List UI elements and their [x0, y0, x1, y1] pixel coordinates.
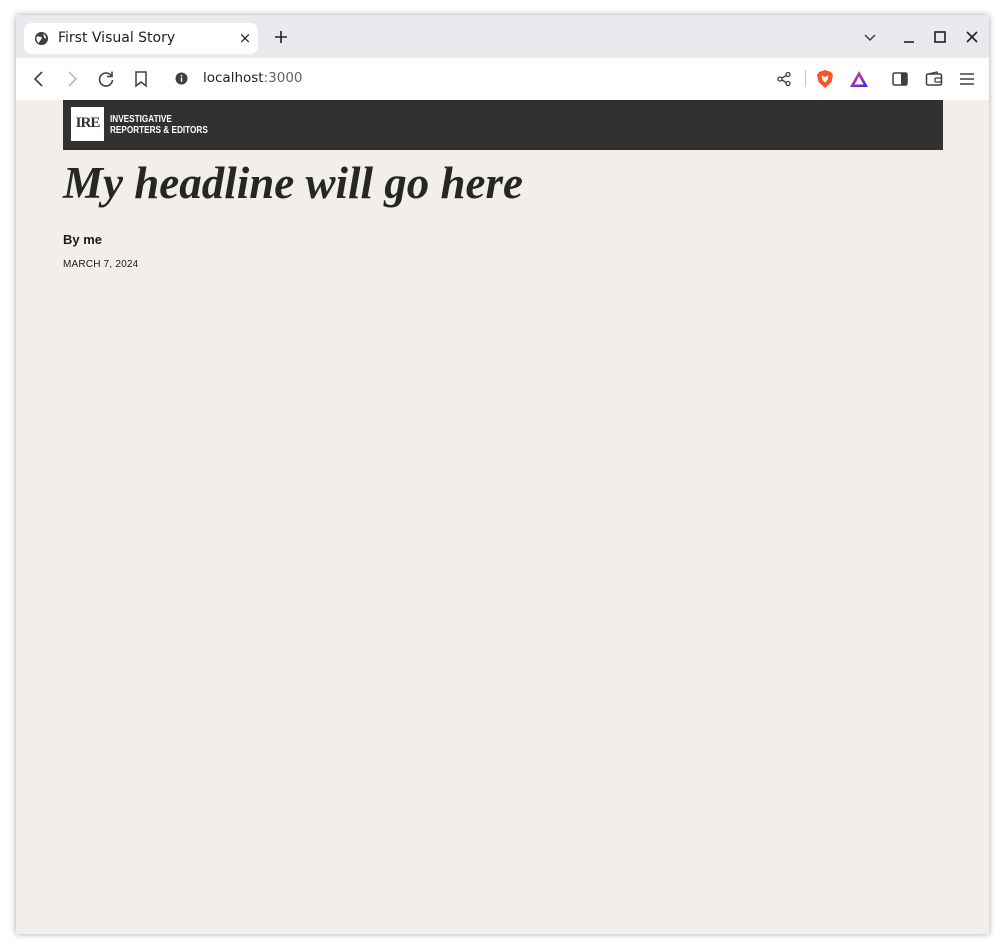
- share-icon[interactable]: [776, 71, 792, 87]
- minimize-icon[interactable]: [900, 28, 918, 46]
- address-bar-divider: [805, 70, 806, 87]
- ire-logo-text: IRE: [75, 115, 101, 131]
- masthead: IRE INVESTIGATIVE REPORTERS & EDITORS: [63, 100, 943, 150]
- publish-date: MARCH 7, 2024: [63, 259, 139, 270]
- globe-icon: [34, 31, 49, 46]
- url-host: localhost: [203, 70, 264, 86]
- wallet-icon[interactable]: [924, 69, 944, 89]
- brave-rewards-icon[interactable]: [849, 70, 869, 88]
- url-text[interactable]: localhost:3000: [203, 70, 303, 86]
- tab-title: First Visual Story: [58, 30, 176, 46]
- hamburger-menu-icon[interactable]: [957, 69, 977, 89]
- sidebar-icon[interactable]: [890, 69, 910, 89]
- close-icon[interactable]: [963, 28, 981, 46]
- tab-strip: First Visual Story ×: [16, 15, 989, 58]
- url-port: :3000: [263, 70, 303, 86]
- info-icon[interactable]: [175, 72, 188, 85]
- back-arrow-icon[interactable]: [29, 69, 49, 89]
- reload-icon[interactable]: [96, 69, 116, 89]
- ire-name-line1: INVESTIGATIVE: [110, 114, 172, 125]
- chevron-down-icon[interactable]: [861, 28, 879, 46]
- address-bar[interactable]: localhost:3000: [164, 63, 877, 94]
- ire-logo[interactable]: IRE: [71, 107, 104, 141]
- browser-toolbar: localhost:3000: [16, 58, 989, 101]
- forward-arrow-icon[interactable]: [62, 69, 82, 89]
- plus-icon[interactable]: [271, 27, 291, 47]
- maximize-icon[interactable]: [931, 28, 949, 46]
- byline: By me: [63, 232, 103, 247]
- ire-name: INVESTIGATIVE REPORTERS & EDITORS: [110, 114, 208, 136]
- bookmark-icon[interactable]: [131, 69, 151, 89]
- browser-window: First Visual Story × localhost:3000 IRE …: [16, 15, 989, 934]
- tab-close-button[interactable]: ×: [236, 29, 254, 47]
- ire-name-line2: REPORTERS & EDITORS: [110, 125, 208, 136]
- tab-first-visual-story[interactable]: First Visual Story ×: [24, 23, 258, 54]
- brave-shields-icon[interactable]: [816, 69, 834, 89]
- page-content: IRE INVESTIGATIVE REPORTERS & EDITORS My…: [16, 100, 989, 934]
- headline: My headline will go here: [63, 158, 523, 208]
